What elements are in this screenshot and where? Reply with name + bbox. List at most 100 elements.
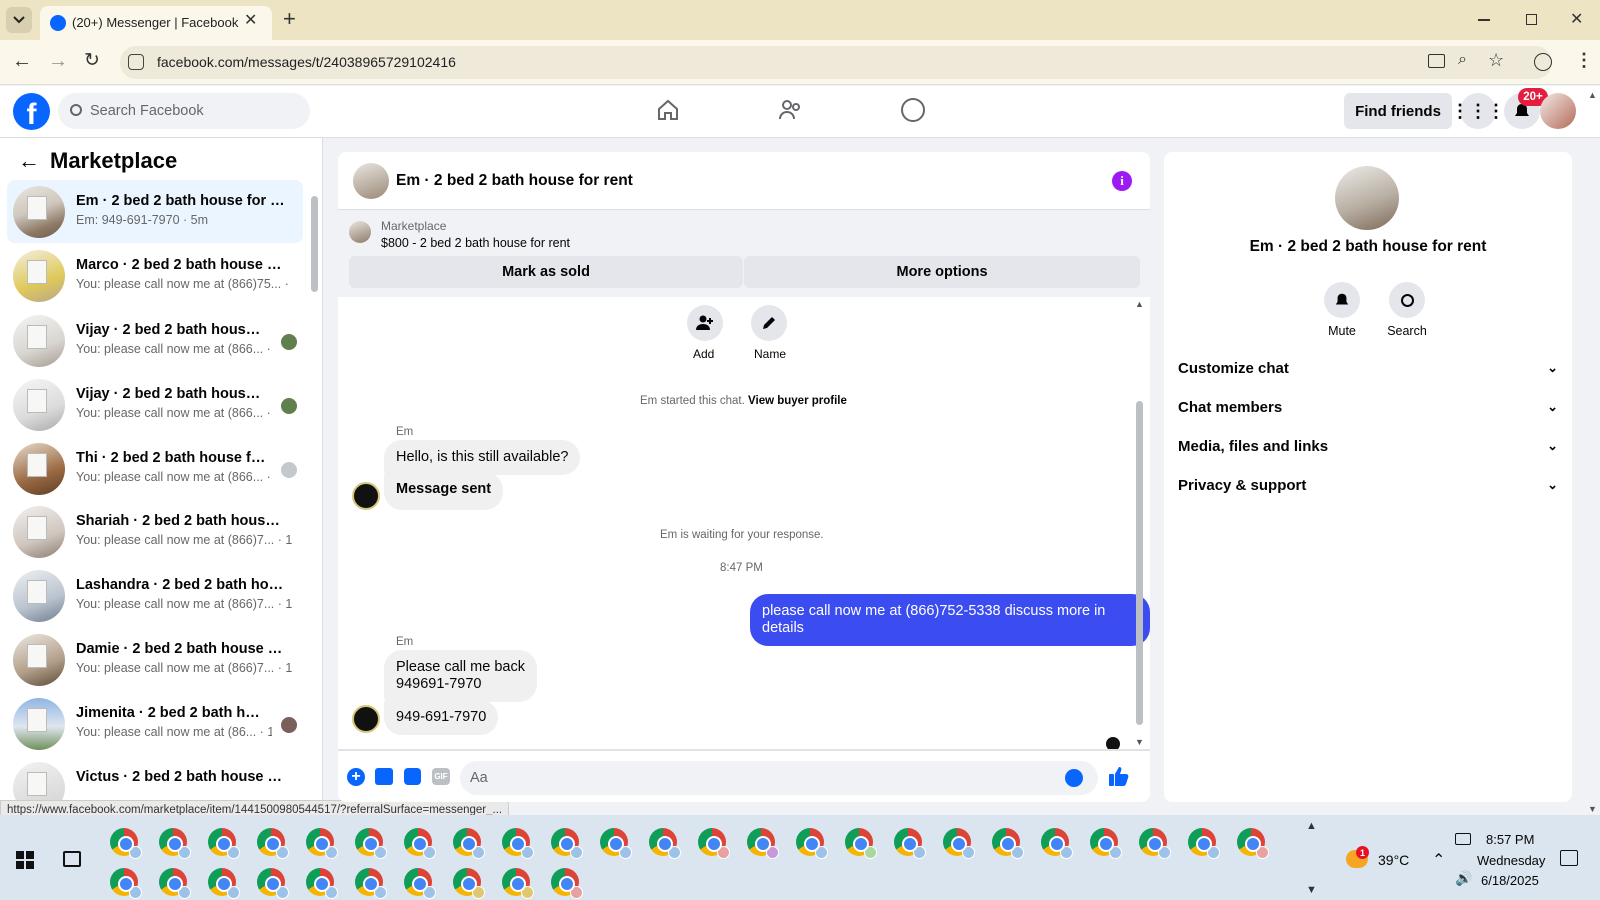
temperature[interactable]: 39°C xyxy=(1378,852,1409,868)
chrome-icon[interactable] xyxy=(1041,828,1073,859)
menu-grid-icon[interactable]: ⋮⋮⋮ xyxy=(1451,93,1505,129)
chrome-icon[interactable] xyxy=(1237,828,1269,859)
listing-avatar[interactable] xyxy=(1335,166,1399,230)
new-tab-icon[interactable]: + xyxy=(283,6,296,32)
incoming-message[interactable]: Message sent xyxy=(384,472,504,510)
back-icon[interactable]: ← xyxy=(12,50,32,73)
privacy-support-section[interactable]: Privacy & support ⌄ xyxy=(1178,465,1558,505)
conversation-item[interactable]: Lashandra · 2 bed 2 bath house ... You: … xyxy=(7,564,303,627)
chrome-icon[interactable] xyxy=(110,828,142,859)
page-scroll-up-icon[interactable]: ▲ xyxy=(1588,90,1597,100)
notification-center-icon[interactable] xyxy=(1560,850,1578,866)
chrome-icon[interactable] xyxy=(845,828,877,859)
chrome-icon[interactable] xyxy=(551,868,583,899)
chrome-icon[interactable] xyxy=(257,868,289,899)
chrome-icon[interactable] xyxy=(698,828,730,859)
profile-icon[interactable] xyxy=(1534,53,1552,71)
chrome-icon[interactable] xyxy=(894,828,926,859)
restore-icon[interactable] xyxy=(1526,14,1537,25)
friends-icon[interactable] xyxy=(778,98,804,122)
chrome-icon[interactable] xyxy=(796,828,828,859)
scroll-up-icon[interactable]: ▲ xyxy=(1135,299,1144,309)
account-avatar[interactable] xyxy=(1540,93,1576,129)
conversation-item[interactable]: Marco · 2 bed 2 bath house for ... You: … xyxy=(7,244,303,307)
chrome-icon[interactable] xyxy=(306,828,338,859)
chat-info-icon[interactable]: i xyxy=(1112,171,1132,191)
thumbs-up-icon[interactable] xyxy=(1108,765,1130,787)
listing-title[interactable]: $800 - 2 bed 2 bath house for rent xyxy=(381,236,570,250)
chat-title[interactable]: Em · 2 bed 2 bath house for rent xyxy=(396,172,633,190)
url-bar[interactable]: facebook.com/messages/t/2403896572910241… xyxy=(120,46,1552,79)
chrome-icon[interactable] xyxy=(502,868,534,899)
back-arrow-icon[interactable]: ← xyxy=(18,148,40,174)
chrome-icon[interactable] xyxy=(208,868,240,899)
task-view-icon[interactable] xyxy=(63,851,81,867)
groups-icon[interactable] xyxy=(901,98,925,122)
chrome-icon[interactable] xyxy=(649,828,681,859)
chrome-icon[interactable] xyxy=(355,868,387,899)
conversation-item[interactable]: Thi · 2 bed 2 bath house for r... You: p… xyxy=(7,437,303,500)
close-window-icon[interactable]: ✕ xyxy=(1570,9,1583,29)
conversation-item[interactable]: Jimenita · 2 bed 2 bath house... You: pl… xyxy=(7,692,303,755)
minimize-icon[interactable] xyxy=(1478,19,1490,21)
gif-icon[interactable]: GIF xyxy=(432,768,450,785)
more-options-button[interactable]: More options xyxy=(744,256,1140,288)
chrome-icon[interactable] xyxy=(747,828,779,859)
search-facebook-input[interactable]: Search Facebook xyxy=(58,93,310,129)
reload-icon[interactable]: ↻ xyxy=(84,49,100,72)
chrome-icon[interactable] xyxy=(1139,828,1171,859)
chat-avatar[interactable] xyxy=(353,163,389,199)
network-icon[interactable] xyxy=(1455,833,1471,845)
scroll-down-icon[interactable]: ▼ xyxy=(1135,737,1144,747)
forward-icon[interactable]: → xyxy=(48,50,68,73)
tab-search-icon[interactable] xyxy=(6,7,32,33)
windows-start-icon[interactable] xyxy=(16,851,34,869)
chrome-icon[interactable] xyxy=(110,868,142,899)
chrome-icon[interactable] xyxy=(551,828,583,859)
chrome-icon[interactable] xyxy=(453,828,485,859)
emoji-icon[interactable] xyxy=(1065,769,1083,787)
facebook-logo-icon[interactable]: f xyxy=(13,93,50,131)
browser-tab[interactable]: (20+) Messenger | Facebook ✕ xyxy=(40,6,272,40)
chat-members-section[interactable]: Chat members ⌄ xyxy=(1178,387,1558,427)
conversation-item[interactable]: Damie · 2 bed 2 bath house for ... You: … xyxy=(7,628,303,691)
media-files-links-section[interactable]: Media, files and links ⌄ xyxy=(1178,426,1558,466)
chrome-icon[interactable] xyxy=(208,828,240,859)
photo-icon[interactable] xyxy=(375,768,393,785)
sender-avatar[interactable] xyxy=(352,705,380,733)
install-app-icon[interactable] xyxy=(1428,54,1445,68)
site-info-icon[interactable] xyxy=(128,54,144,70)
customize-chat-section[interactable]: Customize chat ⌄ xyxy=(1178,348,1558,388)
conversation-item[interactable]: Vijay · 2 bed 2 bath house for... You: p… xyxy=(7,373,303,436)
clock-day[interactable]: Wednesday xyxy=(1477,853,1545,868)
mark-as-sold-button[interactable]: Mark as sold xyxy=(349,256,743,288)
chrome-icon[interactable] xyxy=(306,868,338,899)
chrome-icon[interactable] xyxy=(159,868,191,899)
chrome-icon[interactable] xyxy=(1090,828,1122,859)
sticker-icon[interactable] xyxy=(404,768,421,785)
incoming-message[interactable]: Hello, is this still available? xyxy=(384,440,581,475)
taskbar-scroll-down-icon[interactable]: ▼ xyxy=(1306,884,1317,896)
close-tab-icon[interactable]: ✕ xyxy=(244,10,257,30)
edit-name-button[interactable] xyxy=(751,305,787,341)
chrome-icon[interactable] xyxy=(257,828,289,859)
sidebar-scrollbar[interactable] xyxy=(311,196,318,292)
taskbar-scroll-up-icon[interactable]: ▲ xyxy=(1306,820,1317,832)
conversation-item[interactable]: Vijay · 2 bed 2 bath house for... You: p… xyxy=(7,309,303,372)
clock-date[interactable]: 6/18/2025 xyxy=(1481,873,1539,888)
chrome-icon[interactable] xyxy=(159,828,191,859)
conversation-item[interactable]: Em · 2 bed 2 bath house for rent Em: 949… xyxy=(7,180,303,243)
chrome-icon[interactable] xyxy=(355,828,387,859)
chrome-icon[interactable] xyxy=(404,868,436,899)
view-buyer-profile-link[interactable]: View buyer profile xyxy=(748,395,847,407)
clock-time[interactable]: 8:57 PM xyxy=(1486,832,1534,847)
chrome-icon[interactable] xyxy=(600,828,632,859)
chrome-icon[interactable] xyxy=(453,868,485,899)
home-icon[interactable] xyxy=(656,98,680,122)
volume-icon[interactable]: 🔊 xyxy=(1455,870,1472,887)
sender-avatar[interactable] xyxy=(352,482,380,510)
chat-scrollbar[interactable] xyxy=(1136,401,1143,725)
mute-button[interactable] xyxy=(1324,282,1360,318)
add-person-button[interactable] xyxy=(687,305,723,341)
listing-thumbnail[interactable] xyxy=(349,221,371,243)
